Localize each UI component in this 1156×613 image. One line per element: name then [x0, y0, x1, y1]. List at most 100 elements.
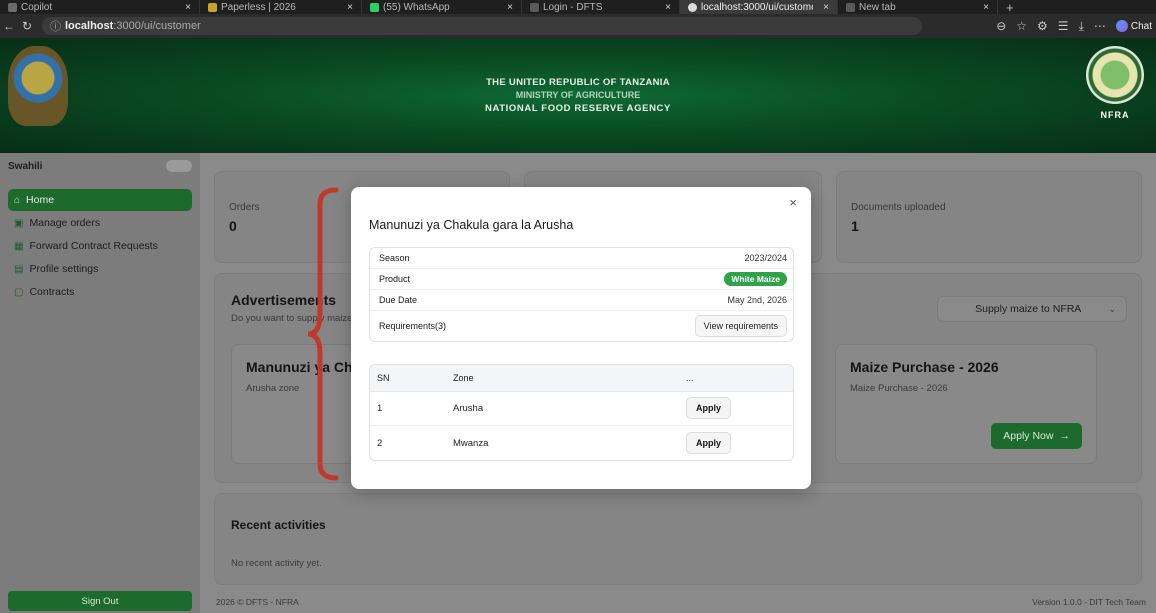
- apply-button[interactable]: Apply: [686, 431, 732, 454]
- advertisement-subtitle: Maize Purchase - 2026: [850, 383, 948, 394]
- tab-title: (55) WhatsApp: [383, 1, 450, 13]
- paperless-icon: [208, 2, 217, 12]
- contracts-icon: ▢: [14, 286, 24, 298]
- page-icon: [688, 2, 697, 12]
- apply-button[interactable]: Apply: [686, 397, 732, 419]
- detail-row-product: Product White Maize: [370, 269, 793, 290]
- coat-of-arms-logo: [8, 46, 68, 126]
- tab-title: localhost:3000/ui/customer: [701, 1, 814, 13]
- url-field[interactable]: ⓘ localhost:3000/ui/customer: [42, 17, 922, 35]
- detail-row-requirements: Requirements(3) View requirements: [370, 311, 793, 341]
- chevron-down-icon: ⌄: [1108, 303, 1116, 314]
- arrow-right-icon: →: [1059, 430, 1071, 442]
- language-label: Swahili: [8, 160, 43, 172]
- close-tab-icon[interactable]: ×: [185, 2, 191, 13]
- close-tab-icon[interactable]: ×: [983, 2, 989, 13]
- refresh-icon[interactable]: ↻: [18, 19, 36, 33]
- tab-title: Login - DFTS: [543, 1, 603, 13]
- stat-label: Documents uploaded: [851, 202, 946, 213]
- detail-value: May 2nd, 2026: [727, 295, 787, 305]
- table-header: SN Zone ...: [370, 365, 793, 392]
- advertisement-card[interactable]: Maize Purchase - 2026 Maize Purchase - 2…: [835, 344, 1097, 464]
- cell-zone: Arusha: [453, 403, 484, 414]
- sidebar-item-forward-contracts[interactable]: ▦ Forward Contract Requests: [8, 235, 192, 257]
- tab-whatsapp[interactable]: (55) WhatsApp ×: [362, 0, 522, 14]
- favorite-icon[interactable]: ☆: [1016, 19, 1027, 33]
- tab-copilot[interactable]: Copilot ×: [0, 0, 200, 14]
- stat-card-documents: Documents uploaded 1: [836, 171, 1142, 263]
- column-header-zone: Zone: [453, 373, 474, 383]
- copilot-chat-button[interactable]: Chat: [1115, 20, 1152, 32]
- sidebar-item-contracts[interactable]: ▢ Contracts: [8, 281, 192, 303]
- more-icon[interactable]: ⋯: [1094, 19, 1106, 33]
- language-toggle[interactable]: [166, 160, 192, 172]
- close-icon[interactable]: ×: [789, 195, 797, 210]
- recent-activities-panel: Recent activities No recent activity yet…: [214, 493, 1142, 585]
- supply-type-select[interactable]: Supply maize to NFRA ⌄: [937, 296, 1127, 322]
- extensions-icon[interactable]: ⚙: [1037, 19, 1048, 33]
- stat-value: 1: [851, 218, 859, 234]
- nfra-logo: NFRA: [1084, 46, 1146, 146]
- close-tab-icon[interactable]: ×: [507, 2, 513, 13]
- sidebar-item-profile-settings[interactable]: ▤ Profile settings: [8, 258, 192, 280]
- footer-copyright: 2026 © DFTS - NFRA: [216, 597, 299, 607]
- url-path: :3000/ui/customer: [113, 20, 201, 32]
- tab-login[interactable]: Login - DFTS ×: [522, 0, 680, 14]
- sidebar-item-label: Forward Contract Requests: [29, 240, 158, 252]
- nfra-seal: [1086, 46, 1144, 104]
- advertisement-subtitle: Arusha zone: [246, 383, 300, 394]
- agency-banner: THE UNITED REPUBLIC OF TANZANIA MINISTRY…: [0, 38, 1156, 153]
- sign-out-button[interactable]: Sign Out: [8, 591, 192, 611]
- apply-now-button[interactable]: Apply Now →: [991, 423, 1082, 449]
- tab-title: Paperless | 2026: [221, 1, 296, 13]
- detail-label: Due Date: [379, 295, 418, 305]
- close-tab-icon[interactable]: ×: [665, 2, 671, 13]
- cell-sn: 1: [377, 403, 383, 414]
- recent-activities-empty: No recent activity yet.: [231, 558, 322, 569]
- close-tab-icon[interactable]: ×: [347, 2, 353, 13]
- sidebar-item-manage-orders[interactable]: ▣ Manage orders: [8, 212, 192, 234]
- chat-label: Chat: [1130, 20, 1152, 32]
- sidebar-item-label: Home: [26, 194, 55, 206]
- advertisement-details: Season 2023/2024 Product White Maize Due…: [369, 247, 794, 342]
- home-icon: ⌂: [14, 194, 21, 206]
- favorites-list-icon[interactable]: ☰: [1058, 19, 1069, 33]
- sidebar-menu: ⌂ Home ▣ Manage orders ▦ Forward Contrac…: [0, 189, 200, 303]
- tab-new[interactable]: New tab ×: [838, 0, 998, 14]
- modal-title: Manunuzi ya Chakula gara la Arusha: [369, 218, 574, 232]
- cell-zone: Mwanza: [453, 437, 489, 449]
- orders-icon: ▣: [14, 217, 24, 229]
- browser-tab-bar: Copilot × Paperless | 2026 × (55) WhatsA…: [0, 0, 1156, 14]
- info-icon: ⓘ: [50, 21, 61, 33]
- banner-line-1: THE UNITED REPUBLIC OF TANZANIA: [486, 77, 670, 88]
- tab-paperless[interactable]: Paperless | 2026 ×: [200, 0, 362, 14]
- view-requirements-button[interactable]: View requirements: [694, 315, 787, 337]
- sidebar-item-label: Contracts: [29, 286, 75, 298]
- stat-label: Orders: [229, 202, 260, 213]
- page-icon: [530, 2, 539, 12]
- footer-version: Version 1.0.0 - DIT Tech Team: [1032, 597, 1146, 607]
- apply-now-label: Apply Now: [1003, 430, 1054, 442]
- new-tab-button[interactable]: +: [998, 0, 1022, 14]
- downloads-icon[interactable]: ⤓: [1079, 19, 1084, 34]
- whatsapp-icon: [370, 2, 379, 12]
- column-header-actions: ...: [686, 373, 694, 383]
- close-tab-icon[interactable]: ×: [823, 2, 829, 13]
- detail-label: Season: [379, 253, 410, 263]
- calendar-icon: ▦: [14, 240, 24, 252]
- sidebar: Swahili ⌂ Home ▣ Manage orders ▦ Forward…: [0, 153, 200, 613]
- back-icon[interactable]: ←: [0, 19, 18, 33]
- detail-row-due-date: Due Date May 2nd, 2026: [370, 290, 793, 311]
- zoom-icon[interactable]: ⊖: [996, 19, 1006, 33]
- zones-table: SN Zone ... 1 Arusha Apply 2 Mwanza Appl…: [369, 364, 794, 461]
- sidebar-item-label: Profile settings: [29, 263, 99, 275]
- sidebar-item-label: Manage orders: [29, 217, 101, 229]
- table-row: 2 Mwanza Apply: [370, 426, 793, 460]
- profile-icon: ▤: [14, 263, 24, 275]
- tab-title: New tab: [859, 1, 896, 13]
- new-tab-icon: [846, 2, 855, 12]
- sidebar-item-home[interactable]: ⌂ Home: [8, 189, 192, 211]
- banner-line-3: NATIONAL FOOD RESERVE AGENCY: [485, 103, 671, 114]
- tab-active[interactable]: localhost:3000/ui/customer ×: [680, 0, 838, 14]
- select-value: Supply maize to NFRA: [975, 303, 1082, 315]
